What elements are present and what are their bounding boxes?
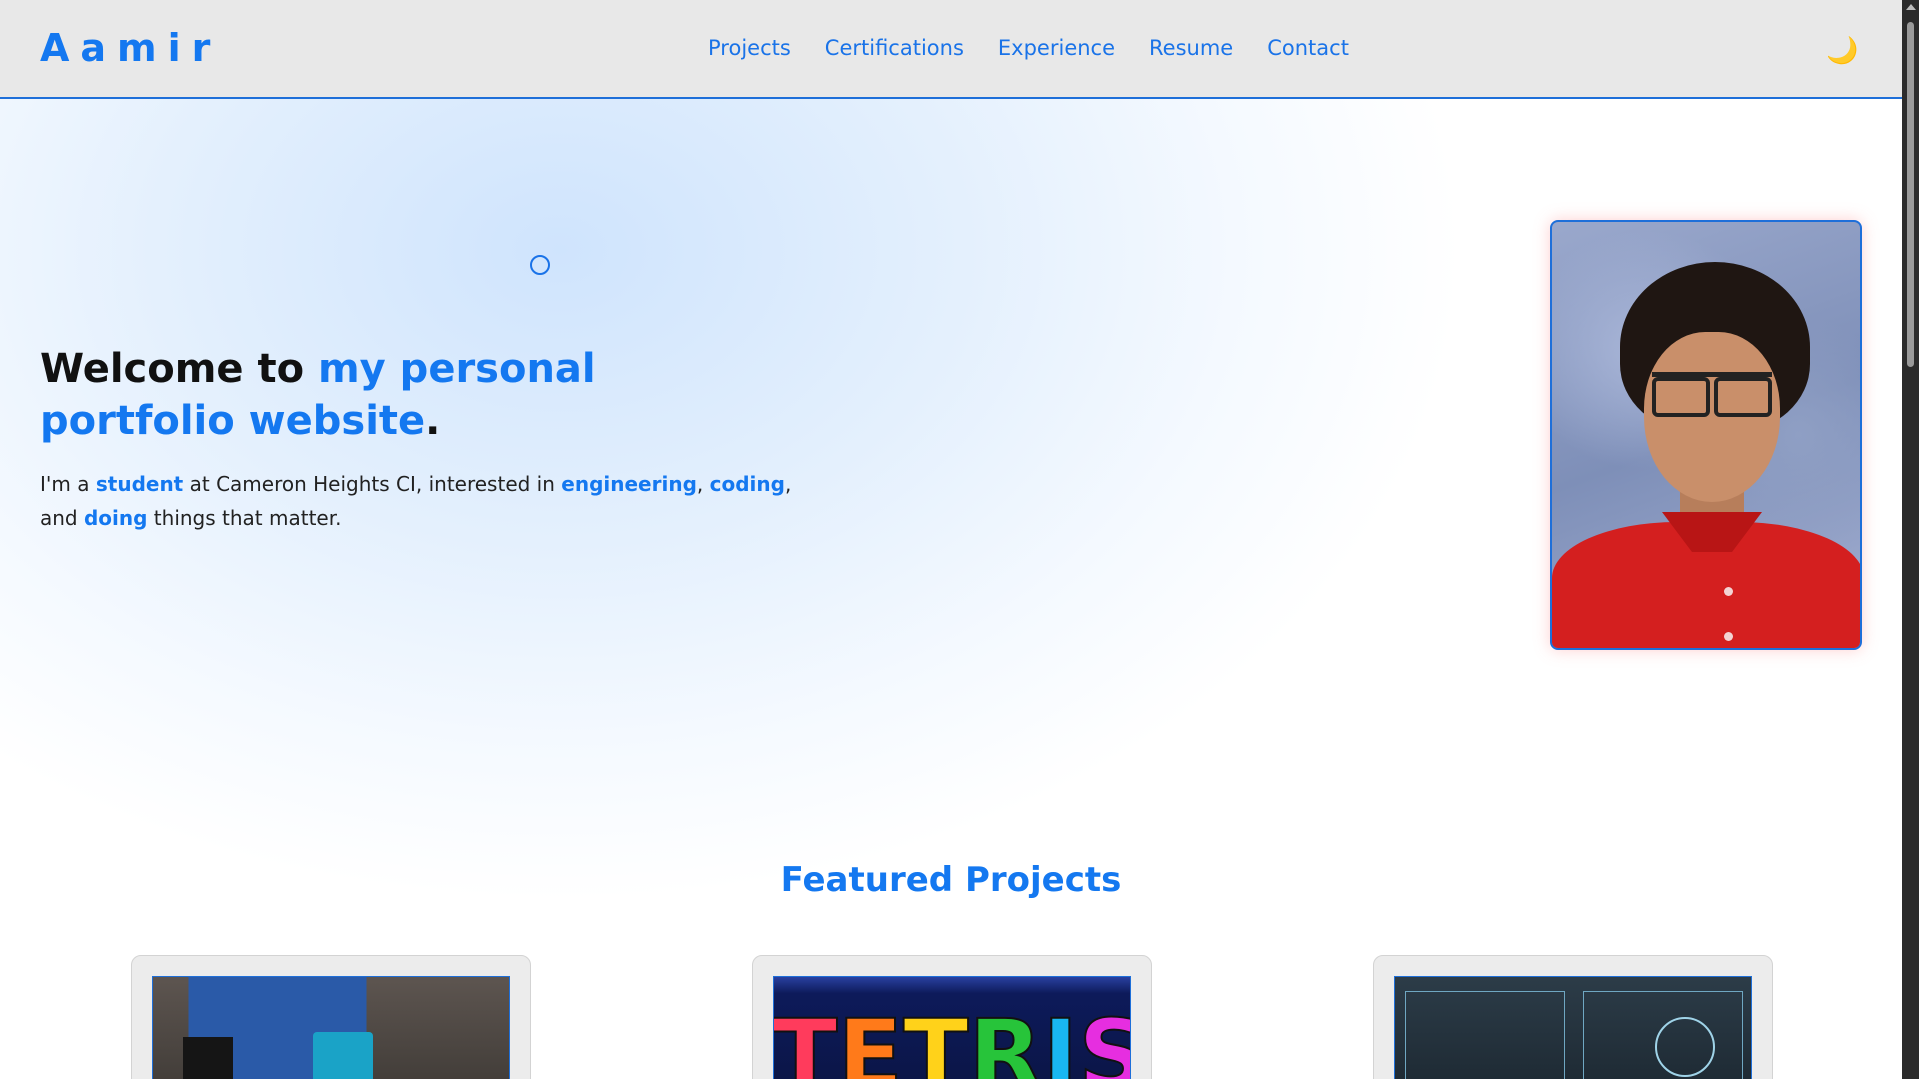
project-thumbnail-dashboard[interactable] bbox=[1394, 976, 1752, 1079]
thumb-ring bbox=[1655, 1017, 1715, 1077]
hero-text-part: at Cameron Heights CI, interested in bbox=[183, 472, 562, 496]
scrollbar-thumb[interactable] bbox=[1907, 22, 1914, 367]
tetris-letter: I bbox=[1041, 999, 1079, 1079]
tetris-letter: T bbox=[773, 999, 838, 1079]
navbar: Aamir Projects Certifications Experience… bbox=[0, 0, 1902, 99]
project-thumbnail-arduino[interactable] bbox=[152, 976, 510, 1079]
nav-links: Projects Certifications Experience Resum… bbox=[708, 36, 1349, 60]
hero-title-suffix: . bbox=[425, 398, 441, 444]
moon-icon[interactable]: 🌙 bbox=[1826, 34, 1858, 66]
project-thumbnail-tetris[interactable]: TETRIS bbox=[773, 976, 1131, 1079]
hero-keyword-coding: coding bbox=[709, 472, 785, 496]
project-card-tetris[interactable]: TETRIS bbox=[752, 955, 1152, 1079]
brand-logo[interactable]: Aamir bbox=[40, 26, 221, 70]
hero-text-part: , bbox=[696, 472, 710, 496]
hero-keyword-doing: doing bbox=[83, 506, 148, 530]
nav-link-resume[interactable]: Resume bbox=[1149, 36, 1233, 60]
profile-photo bbox=[1550, 220, 1862, 650]
photo-collar bbox=[1662, 512, 1762, 552]
page: Aamir Projects Certifications Experience… bbox=[0, 0, 1902, 1079]
tetris-letter: E bbox=[836, 999, 904, 1079]
nav-link-contact[interactable]: Contact bbox=[1267, 36, 1349, 60]
thumb-sensor bbox=[313, 1032, 373, 1079]
hero-text-part: I'm a bbox=[40, 472, 96, 496]
page-scrollbar[interactable] bbox=[1902, 0, 1919, 1079]
tetris-letter: T bbox=[902, 999, 969, 1079]
nav-link-projects[interactable]: Projects bbox=[708, 36, 791, 60]
thumb-panel bbox=[1405, 991, 1565, 1079]
tetris-letter: R bbox=[968, 999, 1044, 1079]
photo-shirt-button bbox=[1724, 587, 1733, 596]
cursor-ring-icon bbox=[530, 255, 550, 275]
thumb-module bbox=[183, 1037, 233, 1079]
hero-description: I'm a student at Cameron Heights CI, int… bbox=[40, 467, 800, 535]
nav-link-experience[interactable]: Experience bbox=[998, 36, 1115, 60]
tetris-logo: TETRIS bbox=[773, 999, 1130, 1079]
hero-text-part: things that matter. bbox=[147, 506, 342, 530]
hero-keyword-engineering: engineering bbox=[561, 472, 697, 496]
scroll-up-arrow-icon[interactable] bbox=[1906, 4, 1916, 10]
hero-title: Welcome to my personal portfolio website… bbox=[40, 343, 800, 447]
project-card-dashboard[interactable] bbox=[1373, 955, 1773, 1079]
photo-shirt-button bbox=[1724, 632, 1733, 641]
hero-title-prefix: Welcome to bbox=[40, 346, 318, 392]
featured-projects-title: Featured Projects bbox=[780, 860, 1122, 900]
photo-face bbox=[1644, 332, 1780, 502]
project-card-arduino[interactable] bbox=[131, 955, 531, 1079]
hero-keyword-student: student bbox=[95, 472, 184, 496]
photo-glasses bbox=[1652, 372, 1772, 417]
nav-link-certifications[interactable]: Certifications bbox=[825, 36, 964, 60]
tetris-letter: S bbox=[1077, 1006, 1130, 1079]
